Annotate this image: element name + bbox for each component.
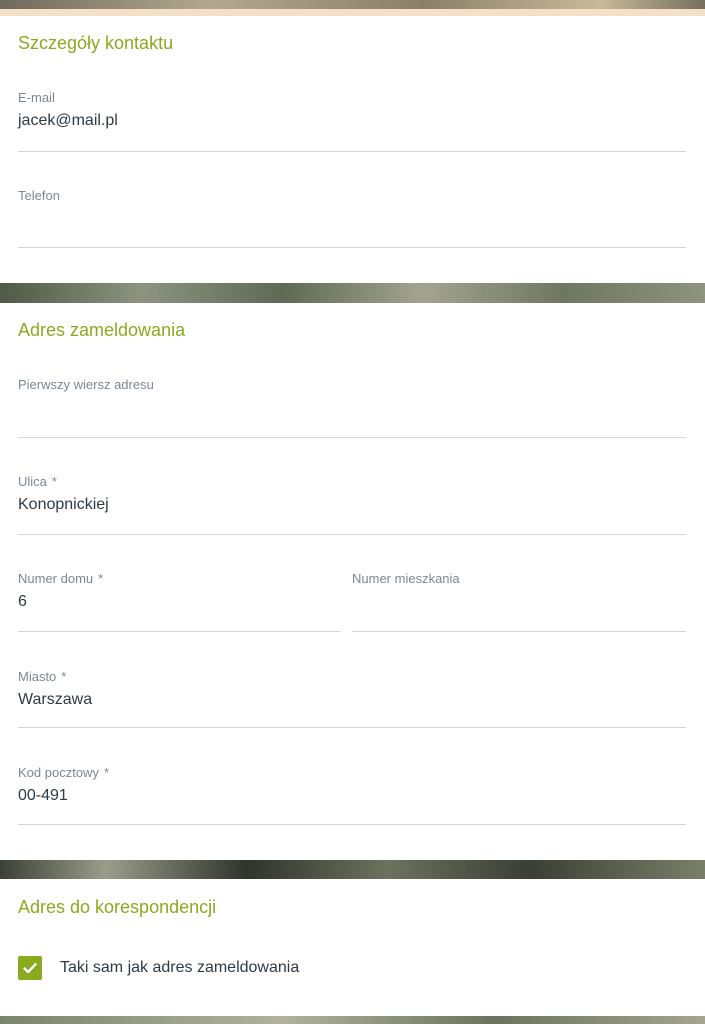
required-mark: * [51,474,57,489]
postal-code-field[interactable]: Kod pocztowy * 00-491 [18,765,686,825]
background-image-strip [0,860,705,879]
same-as-registered-checkbox[interactable] [18,956,42,980]
required-mark: * [103,765,109,780]
city-label: Miasto * [18,669,66,684]
house-number-label-text: Numer domu [18,571,94,586]
required-mark: * [61,669,67,684]
street-field[interactable]: Ulica * Konopnickiej [18,474,686,535]
background-accent-band [0,9,705,16]
email-field[interactable]: E-mail jacek@mail.pl [18,90,686,152]
apartment-number-label: Numer mieszkania [352,571,460,586]
street-value[interactable]: Konopnickiej [18,496,109,514]
street-label-text: Ulica [18,474,47,489]
background-image-strip-bottom [0,1016,705,1024]
house-number-label: Numer domu * [18,571,103,586]
phone-field[interactable]: Telefon [18,188,686,248]
house-number-field[interactable]: Numer domu * 6 [18,571,340,632]
postal-code-label: Kod pocztowy * [18,765,109,780]
address-line1-field[interactable]: Pierwszy wiersz adresu [18,377,686,438]
contact-details-card: Szczegóły kontaktu E-mail jacek@mail.pl … [0,16,705,283]
street-label: Ulica * [18,474,57,489]
required-mark: * [98,571,104,586]
city-label-text: Miasto [18,669,57,684]
correspondence-address-card: Adres do korespondencji Taki sam jak adr… [0,879,705,1016]
section-title-registered-address: Adres zameldowania [18,320,186,340]
background-image-strip-top [0,0,705,16]
section-title-correspondence-address: Adres do korespondencji [18,897,217,917]
background-image-strip [0,283,705,303]
section-title-contact: Szczegóły kontaktu [18,33,174,53]
same-as-registered-label[interactable]: Taki sam jak adres zameldowania [60,959,299,977]
postal-code-label-text: Kod pocztowy [18,765,99,780]
address-line1-label: Pierwszy wiersz adresu [18,377,154,392]
phone-label: Telefon [18,188,60,203]
city-value[interactable]: Warszawa [18,691,92,709]
same-as-registered-option[interactable]: Taki sam jak adres zameldowania [18,955,299,981]
house-number-value[interactable]: 6 [18,593,27,611]
check-icon [23,963,37,974]
postal-code-value[interactable]: 00-491 [18,787,68,805]
apartment-number-field[interactable]: Numer mieszkania [352,571,686,632]
email-label: E-mail [18,90,55,105]
registered-address-card: Adres zameldowania Pierwszy wiersz adres… [0,303,705,860]
email-value[interactable]: jacek@mail.pl [18,112,118,130]
city-field[interactable]: Miasto * Warszawa [18,669,686,728]
